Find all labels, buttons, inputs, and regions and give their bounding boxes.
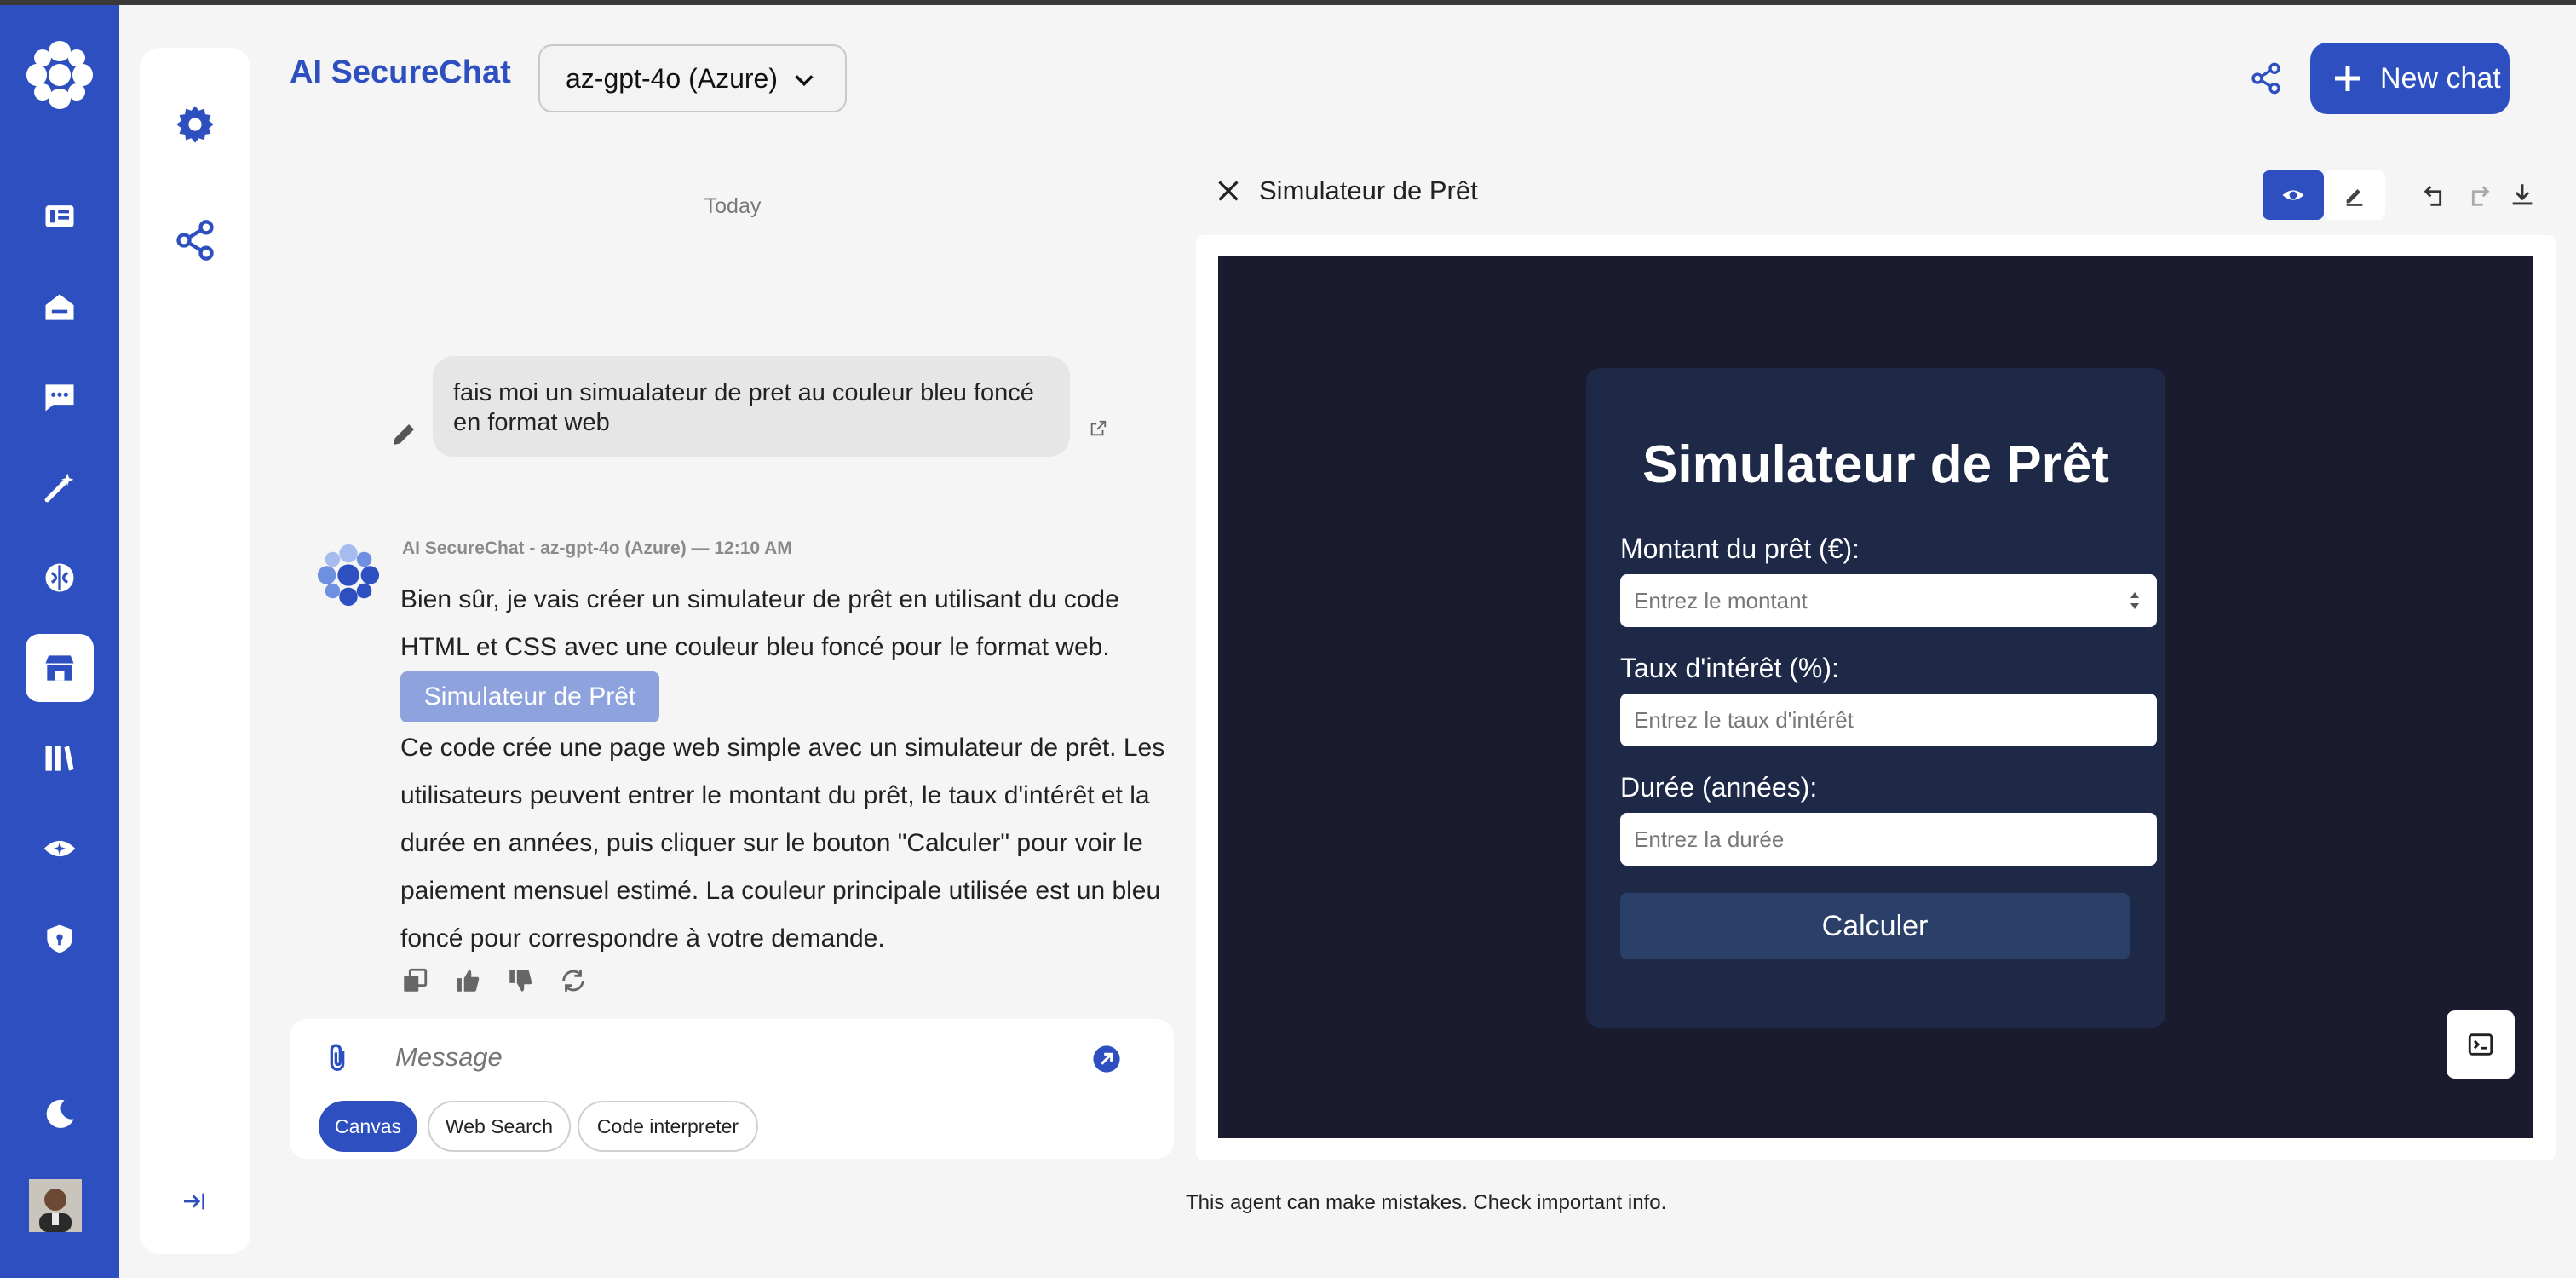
copy-icon	[404, 968, 428, 992]
chevron-down-icon	[795, 75, 814, 87]
web-search-chip[interactable]: Web Search	[428, 1101, 571, 1152]
thumbs-up-button[interactable]	[453, 966, 482, 995]
rail-item-magic[interactable]	[26, 453, 94, 521]
message-input[interactable]	[395, 1038, 1077, 1077]
new-chat-label: New chat	[2380, 61, 2501, 95]
moon-icon	[46, 1099, 74, 1128]
paperclip-icon[interactable]	[320, 1041, 354, 1075]
loan-simulator-card: Simulateur de Prêt Montant du prêt (€): …	[1586, 368, 2165, 1028]
thumbs-up-icon	[457, 970, 480, 992]
model-selector-value: az-gpt-4o (Azure)	[566, 62, 778, 94]
thumbs-down-icon	[509, 970, 532, 992]
canvas-artifact-chip[interactable]: Simulateur de Prêt	[400, 671, 659, 722]
duration-input[interactable]: Entrez la durée	[1620, 813, 2157, 866]
settings-button[interactable]	[168, 97, 222, 152]
redo-icon[interactable]	[2464, 181, 2493, 210]
copy-button[interactable]	[400, 966, 429, 995]
rail-item-news[interactable]	[26, 182, 94, 250]
window-top-border	[0, 0, 2576, 5]
preview-mode-button[interactable]	[2263, 170, 2324, 220]
rate-placeholder: Entrez le taux d'intérêt	[1634, 706, 1854, 733]
eye-icon	[2282, 190, 2304, 200]
refresh-icon	[562, 970, 584, 992]
rail-item-store[interactable]	[26, 634, 94, 702]
number-spinner-icon[interactable]	[2128, 588, 2142, 613]
canvas-toggle-chip[interactable]: Canvas	[319, 1101, 417, 1152]
external-link-icon[interactable]	[1089, 419, 1107, 438]
assistant-message-meta: AI SecureChat - az-gpt-4o (Azure) — 12:1…	[402, 538, 792, 558]
shield-icon	[47, 924, 72, 953]
share-sidebar-button[interactable]	[168, 213, 222, 268]
rail-item-brain[interactable]	[26, 544, 94, 612]
download-icon[interactable]	[2508, 181, 2537, 210]
collapse-sidebar-icon[interactable]	[181, 1188, 208, 1215]
code-interpreter-chip[interactable]: Code interpreter	[578, 1101, 758, 1152]
canvas-title: Simulateur de Prêt	[1259, 176, 1478, 205]
rail-item-eye[interactable]	[26, 815, 94, 883]
pencil-icon	[2346, 189, 2363, 206]
rail-item-home[interactable]	[26, 273, 94, 341]
calculate-button[interactable]: Calculer	[1620, 893, 2130, 959]
amount-input[interactable]: Entrez le montant	[1620, 574, 2157, 627]
magic-wand-icon	[44, 473, 74, 503]
user-avatar[interactable]	[29, 1179, 82, 1232]
store-icon	[45, 655, 74, 681]
send-icon[interactable]	[1092, 1045, 1121, 1074]
date-separator: Today	[704, 194, 762, 218]
thumbs-down-button[interactable]	[506, 966, 535, 995]
secondary-sidebar	[140, 48, 250, 1254]
terminal-icon	[2468, 1033, 2493, 1056]
app-title: AI SecureChat	[290, 55, 511, 90]
chat-icon	[45, 384, 74, 412]
disclaimer-text: This agent can make mistakes. Check impo…	[1186, 1191, 1667, 1214]
share-chat-icon[interactable]	[2249, 61, 2283, 95]
console-button[interactable]	[2447, 1010, 2515, 1079]
home-icon	[45, 294, 74, 320]
assistant-avatar-icon	[317, 544, 380, 607]
amount-placeholder: Entrez le montant	[1634, 587, 1808, 613]
brain-icon	[45, 563, 74, 592]
avatar-photo	[29, 1179, 82, 1232]
undo-icon[interactable]	[2421, 181, 2450, 210]
assistant-message-intro: Bien sûr, je vais créer un simulateur de…	[400, 585, 1119, 661]
user-message: fais moi un simualateur de pret au coule…	[433, 356, 1070, 457]
rail-item-library[interactable]	[26, 724, 94, 792]
assistant-message-body: Ce code crée une page web simple avec un…	[400, 734, 1165, 953]
model-selector[interactable]: az-gpt-4o (Azure)	[538, 44, 847, 112]
duration-placeholder: Entrez la durée	[1634, 826, 1785, 852]
dark-mode-toggle[interactable]	[26, 1080, 94, 1148]
rate-label: Taux d'intérêt (%):	[1620, 653, 1839, 683]
eye-icon	[43, 840, 76, 857]
regenerate-button[interactable]	[559, 966, 588, 995]
plus-icon	[2335, 66, 2360, 91]
rate-input[interactable]: Entrez le taux d'intérêt	[1620, 694, 2157, 746]
rail-item-security[interactable]	[26, 905, 94, 973]
amount-label: Montant du prêt (€):	[1620, 533, 1860, 564]
duration-label: Durée (années):	[1620, 772, 1818, 803]
message-composer: Canvas Web Search Code interpreter	[290, 1019, 1174, 1159]
close-canvas-icon[interactable]	[1213, 176, 1244, 206]
message-actions	[400, 966, 588, 995]
share-icon	[176, 220, 214, 261]
simulator-heading: Simulateur de Prêt	[1642, 435, 2109, 494]
brand-logo-icon	[26, 41, 93, 109]
new-chat-button[interactable]: New chat	[2310, 43, 2510, 114]
edit-mode-button[interactable]	[2324, 170, 2385, 220]
library-icon	[45, 746, 74, 771]
main-sidebar	[0, 5, 119, 1278]
rail-item-chat[interactable]	[26, 363, 94, 431]
news-icon	[45, 205, 74, 227]
gear-icon	[176, 106, 214, 143]
edit-message-icon[interactable]	[388, 419, 419, 450]
